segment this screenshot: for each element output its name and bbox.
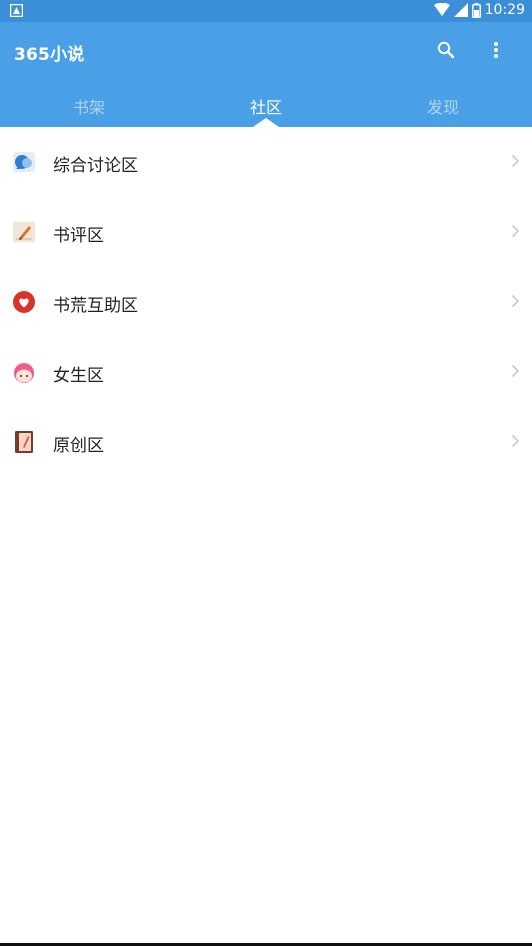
community-list: 综合讨论区 书评区 书荒互助区 女生区 原创区 [0,127,532,477]
tab-bookshelf[interactable]: 书架 [29,94,149,118]
battery-icon [471,2,481,18]
app-title: 365小说 [14,45,85,65]
list-item-label: 原创区 [53,436,104,456]
app-bar: 365小说 书架 社区 发现 [0,22,532,127]
status-bar: 10:29 [0,0,532,22]
chevron-right-icon [511,364,520,378]
chevron-right-icon [511,154,520,168]
status-time: 10:29 [484,2,525,18]
list-item-original-works[interactable]: 原创区 [0,407,532,477]
chevron-right-icon [511,294,520,308]
list-item-label: 书荒互助区 [53,296,138,316]
list-item-book-shortage-help[interactable]: 书荒互助区 [0,267,532,337]
chevron-right-icon [511,434,520,448]
book-icon [15,431,33,453]
list-item-general-discussion[interactable]: 综合讨论区 [0,127,532,197]
chat-bubbles-icon [13,152,35,172]
list-item-label: 综合讨论区 [53,156,138,176]
list-item-girls-zone[interactable]: 女生区 [0,337,532,407]
search-icon[interactable] [434,38,458,62]
notification-icon [10,4,23,17]
list-item-book-reviews[interactable]: 书评区 [0,197,532,267]
tab-discover[interactable]: 发现 [383,94,503,118]
list-item-label: 书评区 [53,226,104,246]
wifi-icon [433,3,450,16]
signal-icon [453,3,468,17]
heart-icon [13,291,35,313]
more-vert-icon[interactable] [484,38,508,62]
tab-bar: 书架 社区 发现 [0,82,532,127]
tab-community[interactable]: 社区 [206,94,326,118]
girl-face-icon [14,363,34,383]
list-item-label: 女生区 [53,366,104,386]
chevron-right-icon [511,224,520,238]
pencil-paper-icon [13,222,35,242]
active-tab-indicator [253,118,279,127]
